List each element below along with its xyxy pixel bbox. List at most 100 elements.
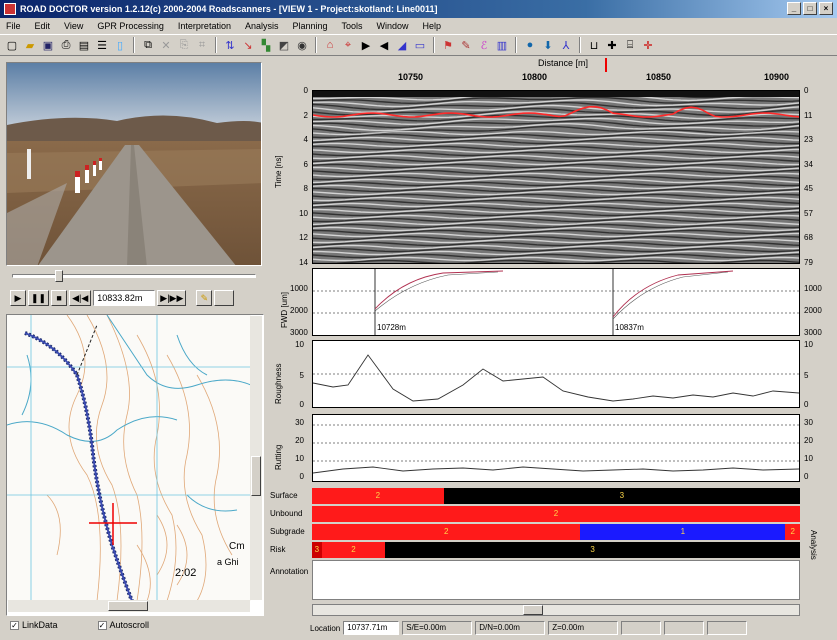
play-button[interactable]: ▶	[10, 290, 26, 306]
menu-help[interactable]: Help	[421, 21, 444, 31]
settings-icon[interactable]: ☰	[94, 37, 110, 53]
layer-segment[interactable]: 2	[312, 506, 800, 522]
linkdata-checkbox[interactable]: ✓ LinkData	[10, 620, 58, 630]
location-label: Location	[310, 623, 341, 633]
profile-horizontal-scrollbar[interactable]	[312, 604, 800, 616]
globe-icon[interactable]: ⚑	[440, 37, 456, 53]
arrow-icon[interactable]: ⇅	[222, 37, 238, 53]
gpr-radargram[interactable]	[312, 90, 800, 264]
profile-panel: Distance [m] 10750 10800 10850 10900 Tim…	[268, 58, 822, 620]
gpr-tick: 6	[303, 159, 308, 169]
gauge-icon[interactable]: ℰ	[476, 37, 492, 53]
red-cross-icon[interactable]: ✛	[640, 37, 656, 53]
distance-cursor[interactable]	[604, 58, 607, 72]
video-position-field[interactable]: 10833.82m	[93, 290, 156, 306]
filter-icon[interactable]: ◩	[276, 37, 292, 53]
step-forward-button[interactable]: ▶|▶▶	[157, 290, 187, 306]
tool-icon[interactable]: ✎	[196, 290, 213, 306]
save-icon[interactable]: ▣	[40, 37, 56, 53]
undo-icon[interactable]: ⎘	[176, 37, 192, 53]
fwd-ylabel: FWD [um]	[280, 292, 289, 328]
menu-tools[interactable]: Tools	[340, 21, 365, 31]
video-slider-thumb[interactable]	[55, 270, 64, 282]
distance-tick: 10750	[398, 72, 424, 82]
crosshair-icon[interactable]: ✚	[604, 37, 620, 53]
layer-segment[interactable]: 2	[321, 542, 386, 558]
fwd-plot[interactable]: 10728m 10837m	[312, 268, 800, 336]
zoom-icon[interactable]: ⌗	[194, 37, 210, 53]
cross-icon[interactable]: ⅄	[558, 37, 574, 53]
layer-segment[interactable]: 1	[580, 524, 786, 540]
menu-analysis[interactable]: Analysis	[243, 21, 281, 31]
preview-icon[interactable]: ▤	[76, 37, 92, 53]
gpr-tick: 2	[303, 110, 308, 120]
measure-icon[interactable]: ↘	[240, 37, 256, 53]
split-icon[interactable]: ▥	[494, 37, 510, 53]
video-slider[interactable]	[12, 274, 256, 278]
menu-edit[interactable]: Edit	[33, 21, 53, 31]
menu-interpretation[interactable]: Interpretation	[176, 21, 233, 31]
rutting-plot[interactable]	[312, 414, 800, 482]
split-view-icon[interactable]: ⌸	[622, 37, 638, 53]
maximize-button[interactable]: □	[803, 2, 817, 15]
gpr-tick-right: 57	[804, 208, 813, 218]
new-icon[interactable]: ▢	[4, 37, 20, 53]
layer-segment[interactable]: 2	[312, 488, 444, 504]
copy-icon[interactable]: ▯	[112, 37, 128, 53]
chart-icon[interactable]: ▚	[258, 37, 274, 53]
location-field[interactable]: 10737.71m	[343, 621, 400, 635]
annotation-row[interactable]	[312, 560, 800, 600]
layer-segment[interactable]: 3	[312, 542, 322, 558]
map-vertical-scrollbar[interactable]	[250, 316, 262, 600]
marker-icon[interactable]: ◉	[294, 37, 310, 53]
pointer-icon[interactable]: ⌖	[340, 37, 356, 53]
distance-tick: 10850	[646, 72, 672, 82]
map-horizontal-scrollbar[interactable]	[8, 600, 250, 612]
menu-file[interactable]: File	[4, 21, 23, 31]
home-icon[interactable]: ⌂	[322, 37, 338, 53]
layers-icon[interactable]: ◀	[376, 37, 392, 53]
gpr-tick-right: 23	[804, 135, 813, 144]
map-view[interactable]: Cm a Ghi 2:02	[6, 314, 264, 616]
edit-icon[interactable]: ▭	[412, 37, 428, 53]
layer-row[interactable]: 2	[312, 506, 800, 522]
step-back-button[interactable]: ◀|◀	[69, 290, 92, 306]
grid-icon[interactable]: ◢	[394, 37, 410, 53]
analysis-side-tab[interactable]: Analysis	[809, 530, 818, 560]
distance-axis-label: Distance [m]	[538, 58, 589, 68]
fwd-tick-right: 2000	[804, 306, 822, 315]
menu-window[interactable]: Window	[375, 21, 411, 31]
layer-segment[interactable]: 2	[785, 524, 800, 540]
flag-icon[interactable]: ▶	[358, 37, 374, 53]
menu-view[interactable]: View	[62, 21, 85, 31]
open-icon[interactable]: ▰	[22, 37, 38, 53]
pause-button[interactable]: ❚❚	[28, 290, 50, 306]
autoscroll-check-icon: ✓	[97, 620, 107, 630]
roughness-plot[interactable]	[312, 340, 800, 408]
layer-segment[interactable]: 2	[312, 524, 581, 540]
close-button[interactable]: ×	[819, 2, 833, 15]
rutting-chart	[312, 424, 800, 474]
move-icon[interactable]: ●	[522, 37, 538, 53]
se-status: S/E=0.00m	[402, 621, 473, 635]
layer-row[interactable]: 212	[312, 524, 800, 540]
cut-icon[interactable]: ⧉	[140, 37, 156, 53]
extra-button[interactable]	[214, 290, 235, 306]
pin-icon[interactable]: ✎	[458, 37, 474, 53]
fwd-tick: 3000	[290, 328, 308, 337]
layer-row[interactable]: 23	[312, 488, 800, 504]
print-icon[interactable]: ⎙	[58, 37, 74, 53]
fwd-tick-right: 3000	[804, 328, 822, 337]
autoscroll-checkbox[interactable]: ✓ Autoscroll	[97, 620, 149, 630]
minimize-button[interactable]: _	[787, 2, 801, 15]
stop-button[interactable]: ■	[51, 290, 68, 306]
menu-planning[interactable]: Planning	[290, 21, 329, 31]
layer-row[interactable]: 323	[312, 542, 800, 558]
menu-gpr-processing[interactable]: GPR Processing	[95, 21, 166, 31]
layer-segment[interactable]: 3	[443, 488, 800, 504]
layer-segment[interactable]: 3	[385, 542, 800, 558]
roughness-tick-right: 10	[804, 340, 813, 349]
column-icon[interactable]: ⊔	[586, 37, 602, 53]
add-icon[interactable]: ⬇	[540, 37, 556, 53]
paste-icon[interactable]: ✕	[158, 37, 174, 53]
